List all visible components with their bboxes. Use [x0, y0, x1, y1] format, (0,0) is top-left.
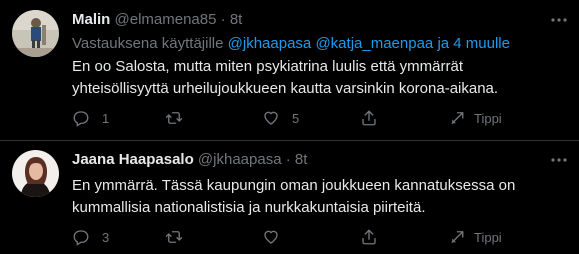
tip-button[interactable]: Tippi	[450, 108, 502, 128]
heart-icon	[264, 111, 278, 125]
mention-link[interactable]: @katja_maenpaa	[315, 35, 433, 52]
retweet-icon	[165, 231, 183, 243]
mention-link[interactable]: @jkhaapasa	[228, 35, 312, 52]
separator-dot: ·	[285, 151, 291, 168]
tweet-header: Jaana Haapasalo @jkhaapasa · 8t	[72, 150, 307, 170]
separator-dot: ·	[220, 11, 226, 28]
reply-icon	[73, 230, 89, 246]
like-count: 5	[292, 110, 300, 126]
timestamp[interactable]: 8t	[230, 11, 243, 28]
reply-count: 3	[102, 229, 110, 245]
like-button[interactable]: 5	[262, 108, 299, 128]
more-icon[interactable]	[549, 150, 569, 170]
reply-count: 1	[102, 110, 110, 126]
tweet[interactable]: Malin @elmamena85 · 8t Vastauksena käytt…	[0, 0, 579, 140]
retweet-button[interactable]	[165, 108, 195, 128]
reply-context: Vastauksena käyttäjille @jkhaapasa @katj…	[72, 35, 510, 52]
tweet-header: Malin @elmamena85 · 8t	[72, 10, 242, 30]
tweet-actions: 1 5 Tippi	[72, 108, 572, 128]
more-icon[interactable]	[549, 10, 569, 30]
reply-button[interactable]: 1	[72, 108, 109, 128]
heart-icon	[264, 230, 278, 244]
reply-prefix: Vastauksena käyttäjille	[72, 35, 224, 52]
user-handle[interactable]: @elmamena85	[115, 11, 217, 28]
timestamp[interactable]: 8t	[295, 151, 308, 168]
share-button[interactable]	[360, 227, 378, 247]
retweet-button[interactable]	[165, 227, 195, 247]
share-button[interactable]	[360, 108, 378, 128]
user-handle[interactable]: @jkhaapasa	[198, 151, 282, 168]
tip-label: Tippi	[474, 110, 502, 126]
tweet[interactable]: Jaana Haapasalo @jkhaapasa · 8t En ymmär…	[0, 140, 579, 254]
tweet-text: En ymmärrä. Tässä kaupungin oman joukkue…	[72, 177, 516, 216]
display-name[interactable]: Jaana Haapasalo	[72, 151, 194, 168]
like-button[interactable]	[262, 227, 292, 247]
avatar[interactable]	[12, 150, 59, 197]
display-name[interactable]: Malin	[72, 11, 110, 28]
retweet-icon	[165, 112, 183, 124]
tip-button[interactable]: Tippi	[450, 227, 502, 247]
tweet-text: En oo Salosta, mutta miten psykiatrina l…	[72, 58, 499, 97]
tip-icon	[451, 231, 464, 243]
reply-icon	[73, 111, 89, 127]
share-icon	[362, 229, 376, 245]
tweet-actions: 3 Tippi	[72, 227, 572, 247]
tip-label: Tippi	[474, 229, 502, 245]
share-icon	[362, 110, 376, 126]
avatar[interactable]	[12, 10, 59, 57]
more-mentions-link[interactable]: ja 4 muulle	[437, 35, 510, 52]
reply-button[interactable]: 3	[72, 227, 109, 247]
tip-icon	[451, 112, 464, 124]
